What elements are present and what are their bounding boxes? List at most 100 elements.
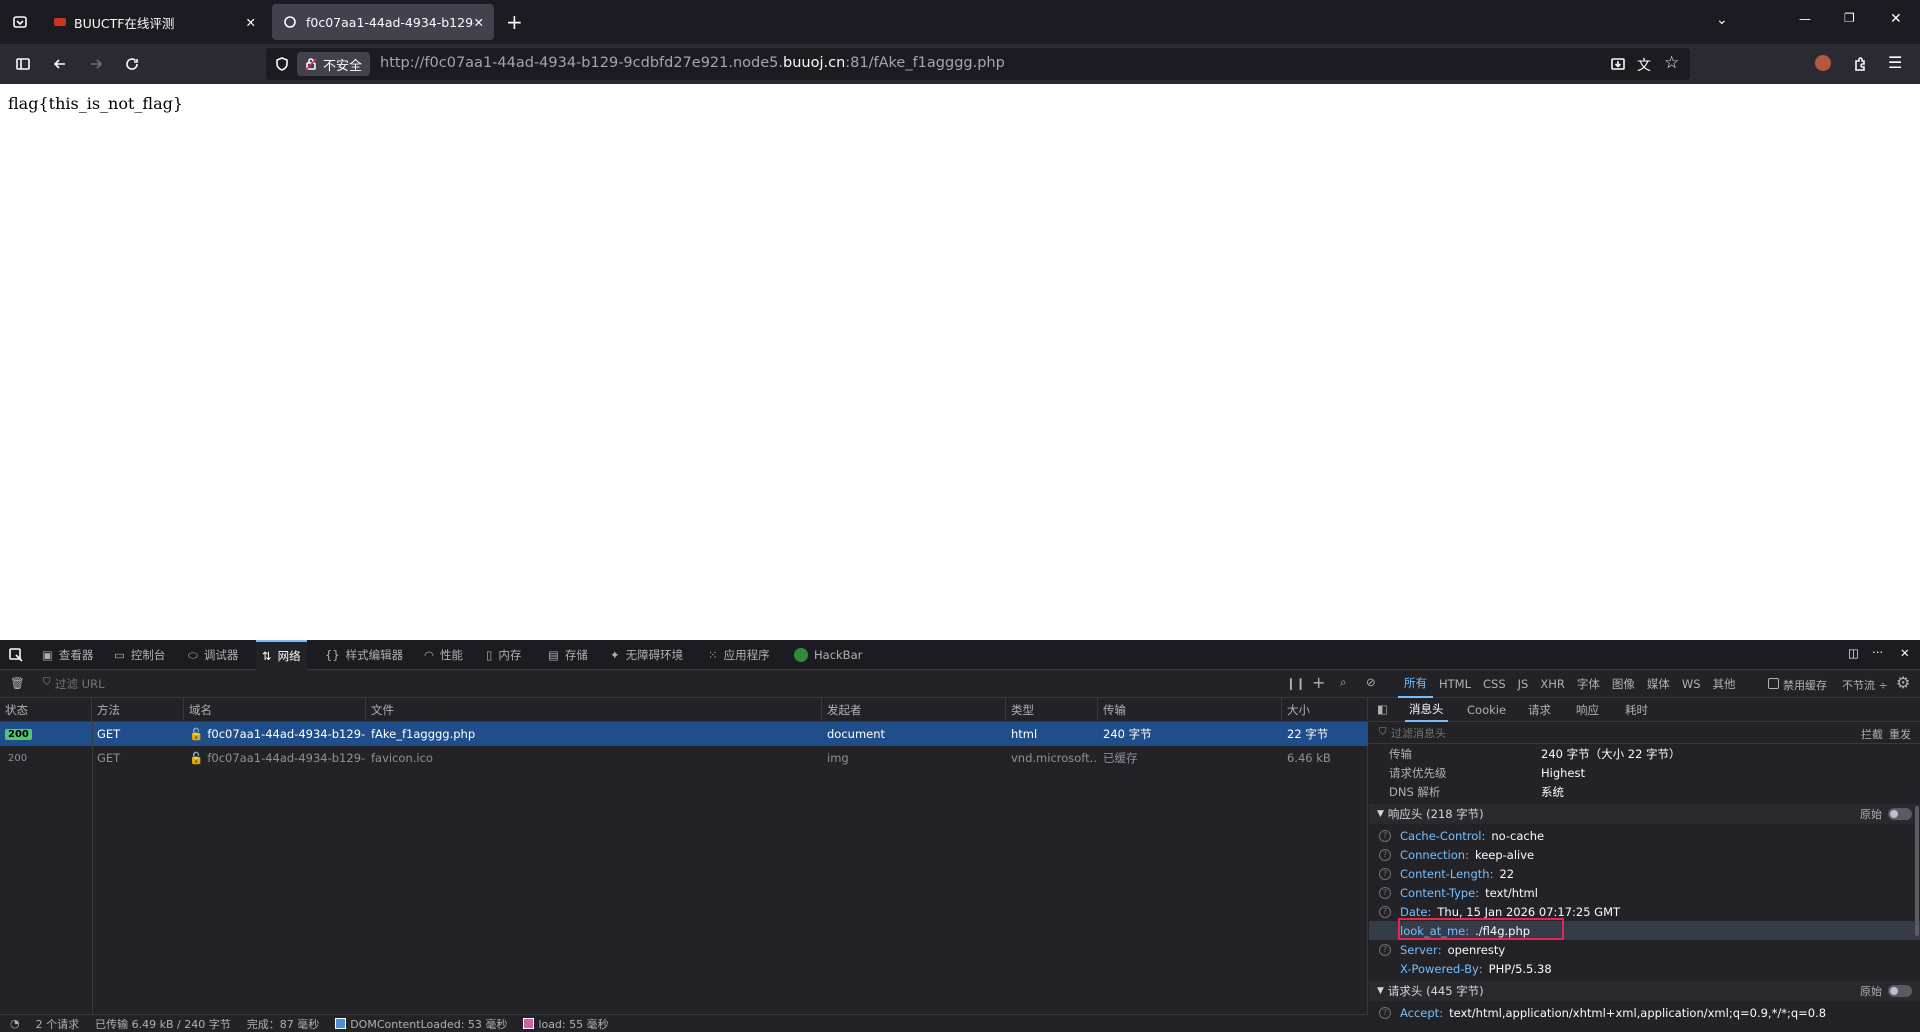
details-tab-response[interactable]: 响应	[1576, 698, 1599, 722]
help-icon[interactable]: ?	[1379, 1006, 1391, 1019]
scrollbar[interactable]	[1915, 806, 1919, 936]
network-settings-gear-icon[interactable]: ⚙	[1896, 673, 1910, 692]
devtools-tab-inspector[interactable]: ▣ 查看器	[42, 640, 93, 670]
hackbar-extension-icon[interactable]	[1815, 55, 1831, 71]
network-filter-bar: 🗑 ⛉ ❙❙ + ⌕ ⊘ 所有 HTML CSS JS XHR 字体 图像 媒体…	[0, 670, 1920, 698]
request-headers-section[interactable]: ▼ 请求头 (445 字节) 原始	[1369, 981, 1920, 1001]
header-value: Thu, 15 Jan 2026 07:17:25 GMT	[1437, 904, 1621, 919]
devtools-tab-label: 内存	[498, 648, 522, 662]
column-header-size[interactable]: 大小	[1282, 698, 1368, 721]
throttling-select[interactable]: 不节流 ÷	[1842, 677, 1888, 693]
type-filter-media[interactable]: 媒体	[1641, 676, 1676, 692]
grid-icon: ⁙	[708, 648, 718, 662]
bookmark-star-icon[interactable]: ☆	[1664, 53, 1679, 73]
extensions-puzzle-icon[interactable]	[1852, 56, 1868, 72]
help-icon[interactable]: ?	[1379, 886, 1391, 899]
toggle-sidebar-icon[interactable]: ◧	[1377, 702, 1388, 716]
element-picker-icon[interactable]	[8, 647, 24, 663]
devtools-tab-debugger[interactable]: ⬭ 调试器	[188, 640, 238, 670]
minimize-icon[interactable]: —	[1799, 12, 1811, 26]
close-devtools-icon[interactable]: ✕	[1900, 646, 1910, 660]
devtools-tab-accessibility[interactable]: ✦ 无障碍环境	[610, 640, 683, 670]
tracking-protection-shield-icon[interactable]	[274, 56, 290, 72]
column-divider	[92, 722, 93, 1014]
column-header-initiator[interactable]: 发起者	[822, 698, 1006, 721]
clear-trash-icon[interactable]: 🗑	[10, 676, 25, 690]
list-all-tabs-chevron-icon[interactable]: ⌄	[1716, 12, 1728, 28]
type-filter-css[interactable]: CSS	[1477, 677, 1512, 691]
resend-button[interactable]: 重发	[1889, 726, 1911, 742]
devtools-tab-console[interactable]: ▭ 控制台	[114, 640, 165, 670]
type-filter-html[interactable]: HTML	[1433, 677, 1477, 691]
url-prefix: http://f0c07aa1-44ad-4934-b129-9cdbfd27e…	[380, 55, 784, 71]
new-tab-icon[interactable]: +	[506, 10, 523, 34]
close-tab-icon[interactable]: ✕	[474, 15, 484, 30]
column-header-domain[interactable]: 域名	[184, 698, 366, 721]
response-headers-section[interactable]: ▼ 响应头 (218 字节) 原始	[1369, 804, 1920, 824]
column-header-method[interactable]: 方法	[92, 698, 184, 721]
type-filter-js[interactable]: JS	[1512, 677, 1535, 691]
devtools-tab-storage[interactable]: ▤ 存储	[548, 640, 588, 670]
header-name: X-Powered-By	[1400, 961, 1479, 976]
accessibility-icon: ✦	[610, 648, 620, 662]
help-icon[interactable]: ?	[1379, 867, 1391, 880]
tab-active-page[interactable]: f0c07aa1-44ad-4934-b129-9 ✕	[272, 4, 494, 40]
help-icon[interactable]: ?	[1379, 848, 1391, 861]
pause-icon[interactable]: ❙❙	[1286, 676, 1305, 690]
devtools-tab-application[interactable]: ⁙ 应用程序	[708, 640, 770, 670]
translate-icon[interactable]: 文	[1637, 55, 1651, 75]
dock-side-icon[interactable]: ◫	[1848, 646, 1859, 660]
details-tab-timings[interactable]: 耗时	[1625, 698, 1648, 722]
back-icon[interactable]	[52, 56, 68, 72]
add-filter-plus-icon[interactable]: +	[1312, 673, 1325, 692]
site-security-badge[interactable]: 不安全	[297, 52, 371, 76]
url-text[interactable]: http://f0c07aa1-44ad-4934-b129-9cdbfd27e…	[380, 55, 1005, 71]
raw-toggle[interactable]	[1888, 985, 1912, 997]
devtools-tab-memory[interactable]: ▯ 内存	[486, 640, 521, 670]
help-icon[interactable]: ?	[1379, 943, 1391, 956]
devtools-tab-hackbar[interactable]: HackBar	[794, 640, 862, 670]
type-filter-other[interactable]: 其他	[1707, 676, 1742, 692]
close-tab-icon[interactable]: ✕	[246, 15, 256, 30]
column-header-file[interactable]: 文件	[366, 698, 822, 721]
type-filter-ws[interactable]: WS	[1676, 677, 1707, 691]
column-header-transferred[interactable]: 传输	[1098, 698, 1282, 721]
filter-headers-input[interactable]	[1391, 724, 1751, 742]
app-menu-hamburger-icon[interactable]: ☰	[1888, 53, 1902, 72]
details-tab-cookie[interactable]: Cookie	[1467, 698, 1506, 722]
performance-analysis-icon[interactable]: ◔	[10, 1017, 20, 1030]
devtools-tab-style-editor[interactable]: {} 样式编辑器	[325, 640, 403, 670]
type-filter-xhr[interactable]: XHR	[1534, 677, 1571, 691]
devtools-menu-icon[interactable]: ⋯	[1872, 645, 1884, 659]
block-button[interactable]: 拦截	[1861, 726, 1883, 742]
devtools-tab-network[interactable]: ⇅ 网络	[256, 640, 307, 670]
forward-icon[interactable]	[88, 56, 104, 72]
close-window-icon[interactable]: ✕	[1890, 11, 1902, 27]
filter-url-input[interactable]	[55, 674, 1255, 694]
type-filter-images[interactable]: 图像	[1606, 676, 1641, 692]
type-filter-fonts[interactable]: 字体	[1571, 676, 1606, 692]
url-bar[interactable]: 不安全 http://f0c07aa1-44ad-4934-b129-9cdbf…	[266, 48, 1690, 80]
column-header-status[interactable]: 状态	[0, 698, 92, 721]
tab-buuctf[interactable]: BUUCTF在线评测 ✕	[44, 4, 266, 40]
details-tab-headers[interactable]: 消息头	[1405, 698, 1448, 722]
type-filter-all[interactable]: 所有	[1398, 670, 1433, 698]
reload-icon[interactable]	[124, 56, 140, 72]
help-icon[interactable]: ?	[1379, 829, 1391, 842]
sidebar-toggle-icon[interactable]	[15, 56, 31, 72]
devtools-tab-performance[interactable]: ◠ 性能	[424, 640, 463, 670]
header-value: PHP/5.5.38	[1488, 961, 1552, 976]
table-row[interactable]: 200 GET 🔓 f0c07aa1-44ad-4934-b129-... fAk…	[0, 722, 1368, 746]
details-tab-request[interactable]: 请求	[1528, 698, 1551, 722]
help-icon[interactable]: ?	[1379, 905, 1391, 918]
disable-cache-checkbox[interactable]	[1768, 678, 1779, 689]
header-value: text/html,application/xhtml+xml,applicat…	[1449, 1005, 1827, 1020]
reader-download-icon[interactable]	[1610, 56, 1626, 72]
search-icon[interactable]: ⌕	[1340, 675, 1346, 690]
tab-list-icon[interactable]	[12, 14, 28, 30]
raw-toggle[interactable]	[1888, 808, 1912, 820]
block-icon[interactable]: ⊘	[1366, 675, 1376, 689]
table-row[interactable]: 200 GET 🔓 f0c07aa1-44ad-4934-b129-... fav…	[0, 746, 1368, 770]
column-header-type[interactable]: 类型	[1006, 698, 1098, 721]
restore-icon[interactable]: ❐	[1844, 11, 1855, 25]
